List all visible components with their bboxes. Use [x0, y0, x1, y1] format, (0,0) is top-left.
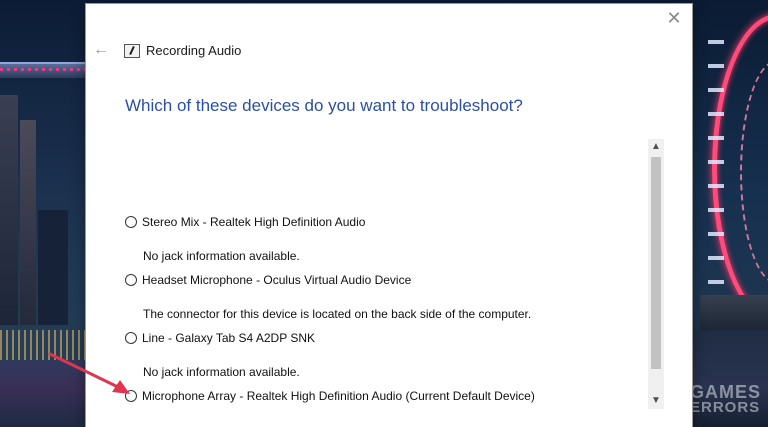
- skypark-lights: [0, 68, 86, 71]
- window-title: Recording Audio: [146, 43, 242, 58]
- device-option-line[interactable]: Line - Galaxy Tab S4 A2DP SNK No jack in…: [125, 329, 665, 379]
- device-label: Line - Galaxy Tab S4 A2DP SNK: [142, 331, 315, 345]
- device-option-microphone-array[interactable]: Microphone Array - Realtek High Definiti…: [125, 387, 665, 405]
- watermark-line-2: ERRORS: [690, 399, 761, 416]
- device-label: Stereo Mix - Realtek High Definition Aud…: [142, 215, 366, 229]
- radio-button[interactable]: [125, 332, 137, 344]
- radio-button[interactable]: [125, 274, 137, 286]
- vertical-scrollbar[interactable]: ▲ ▼: [648, 139, 664, 409]
- device-description: No jack information available.: [143, 249, 300, 263]
- device-list: Stereo Mix - Realtek High Definition Aud…: [125, 139, 665, 409]
- close-icon: ✕: [666, 8, 682, 28]
- tower: [20, 120, 36, 325]
- scroll-down-button[interactable]: ▼: [648, 393, 664, 409]
- radio-button[interactable]: [125, 216, 137, 228]
- device-description: No jack information available.: [143, 365, 300, 379]
- microphone-troubleshooter-icon: [124, 44, 140, 58]
- troubleshooter-dialog: ✕ ← Recording Audio Which of these devic…: [86, 4, 692, 427]
- device-label: Headset Microphone - Oculus Virtual Audi…: [142, 273, 412, 287]
- tower: [0, 95, 18, 325]
- bay-water: [0, 360, 86, 427]
- ferris-wheel-pods: [708, 40, 724, 300]
- site-watermark: GAMES ERRORS: [690, 383, 768, 416]
- device-description: The connector for this device is located…: [143, 307, 532, 321]
- back-button[interactable]: ←: [92, 41, 110, 59]
- device-label: Microphone Array - Realtek High Definiti…: [142, 389, 535, 403]
- page-heading: Which of these devices do you want to tr…: [125, 96, 523, 115]
- device-option-headset-microphone[interactable]: Headset Microphone - Oculus Virtual Audi…: [125, 271, 665, 321]
- back-arrow-icon: ←: [93, 41, 109, 58]
- device-option-stereo-mix[interactable]: Stereo Mix - Realtek High Definition Aud…: [125, 213, 665, 263]
- scroll-thumb[interactable]: [651, 157, 661, 369]
- radio-button[interactable]: [125, 390, 137, 402]
- close-button[interactable]: ✕: [666, 8, 682, 28]
- scroll-up-button[interactable]: ▲: [648, 139, 664, 155]
- ferris-wheel-base: [700, 295, 768, 335]
- building: [38, 210, 68, 325]
